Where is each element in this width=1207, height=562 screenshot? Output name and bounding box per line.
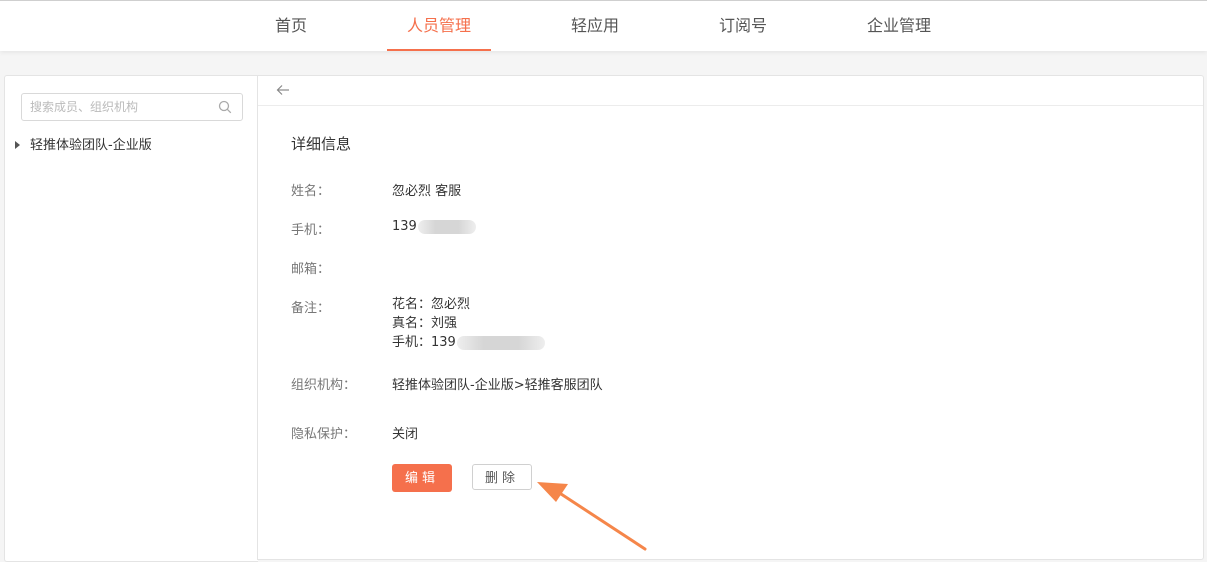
arrow-left-icon[interactable] (276, 84, 290, 96)
nav-item-subscriptions[interactable]: 订阅号 (708, 1, 778, 51)
phone-value-row: 139 (392, 219, 476, 234)
org-label: 组织机构： (291, 378, 357, 393)
remark-value: 花名：忽必烈 真名：刘强 手机：139 (392, 295, 545, 352)
search-icon[interactable] (218, 100, 232, 114)
phone-value: 139 (392, 219, 417, 234)
section-title: 详细信息 (291, 135, 352, 153)
sidebar: 轻推体验团队-企业版 (4, 75, 258, 562)
nav-item-enterprise-management[interactable]: 企业管理 (856, 1, 942, 51)
nav-item-light-apps[interactable]: 轻应用 (560, 1, 630, 51)
privacy-label: 隐私保护： (291, 427, 357, 442)
privacy-value: 关闭 (392, 427, 419, 442)
redacted-blur (456, 335, 545, 350)
org-value: 轻推体验团队-企业版>轻推客服团队 (392, 378, 603, 393)
member-detail-panel: 详细信息 姓名： 忽必烈 客服 手机： 139 邮箱： 备注： 花名：忽必烈 真… (257, 75, 1204, 560)
org-tree-label: 轻推体验团队-企业版 (30, 138, 152, 153)
name-label: 姓名： (291, 184, 331, 199)
remark-label: 备注： (291, 301, 331, 316)
remark-line-phone: 手机：139 (392, 333, 545, 352)
nav-item-home[interactable]: 首页 (262, 1, 320, 51)
email-label: 邮箱： (291, 262, 331, 277)
edit-button[interactable]: 编辑 (392, 464, 452, 492)
org-tree-item[interactable]: 轻推体验团队-企业版 (13, 136, 152, 156)
nav-item-people-management[interactable]: 人员管理 (387, 1, 491, 51)
remark-line: 真名：刘强 (392, 316, 458, 331)
name-value: 忽必烈 客服 (392, 184, 462, 199)
delete-button[interactable]: 删除 (472, 464, 532, 490)
phone-label: 手机： (291, 223, 331, 238)
search-box (21, 93, 243, 121)
remark-line: 花名：忽必烈 (392, 297, 471, 312)
back-bar (258, 76, 1203, 106)
redacted-blur (417, 219, 476, 234)
top-navigation: 首页 人员管理 轻应用 订阅号 企业管理 (0, 0, 1207, 51)
remark-phone-text: 手机：139 (392, 335, 456, 350)
search-input[interactable] (30, 94, 210, 120)
caret-right-icon[interactable] (15, 141, 20, 149)
